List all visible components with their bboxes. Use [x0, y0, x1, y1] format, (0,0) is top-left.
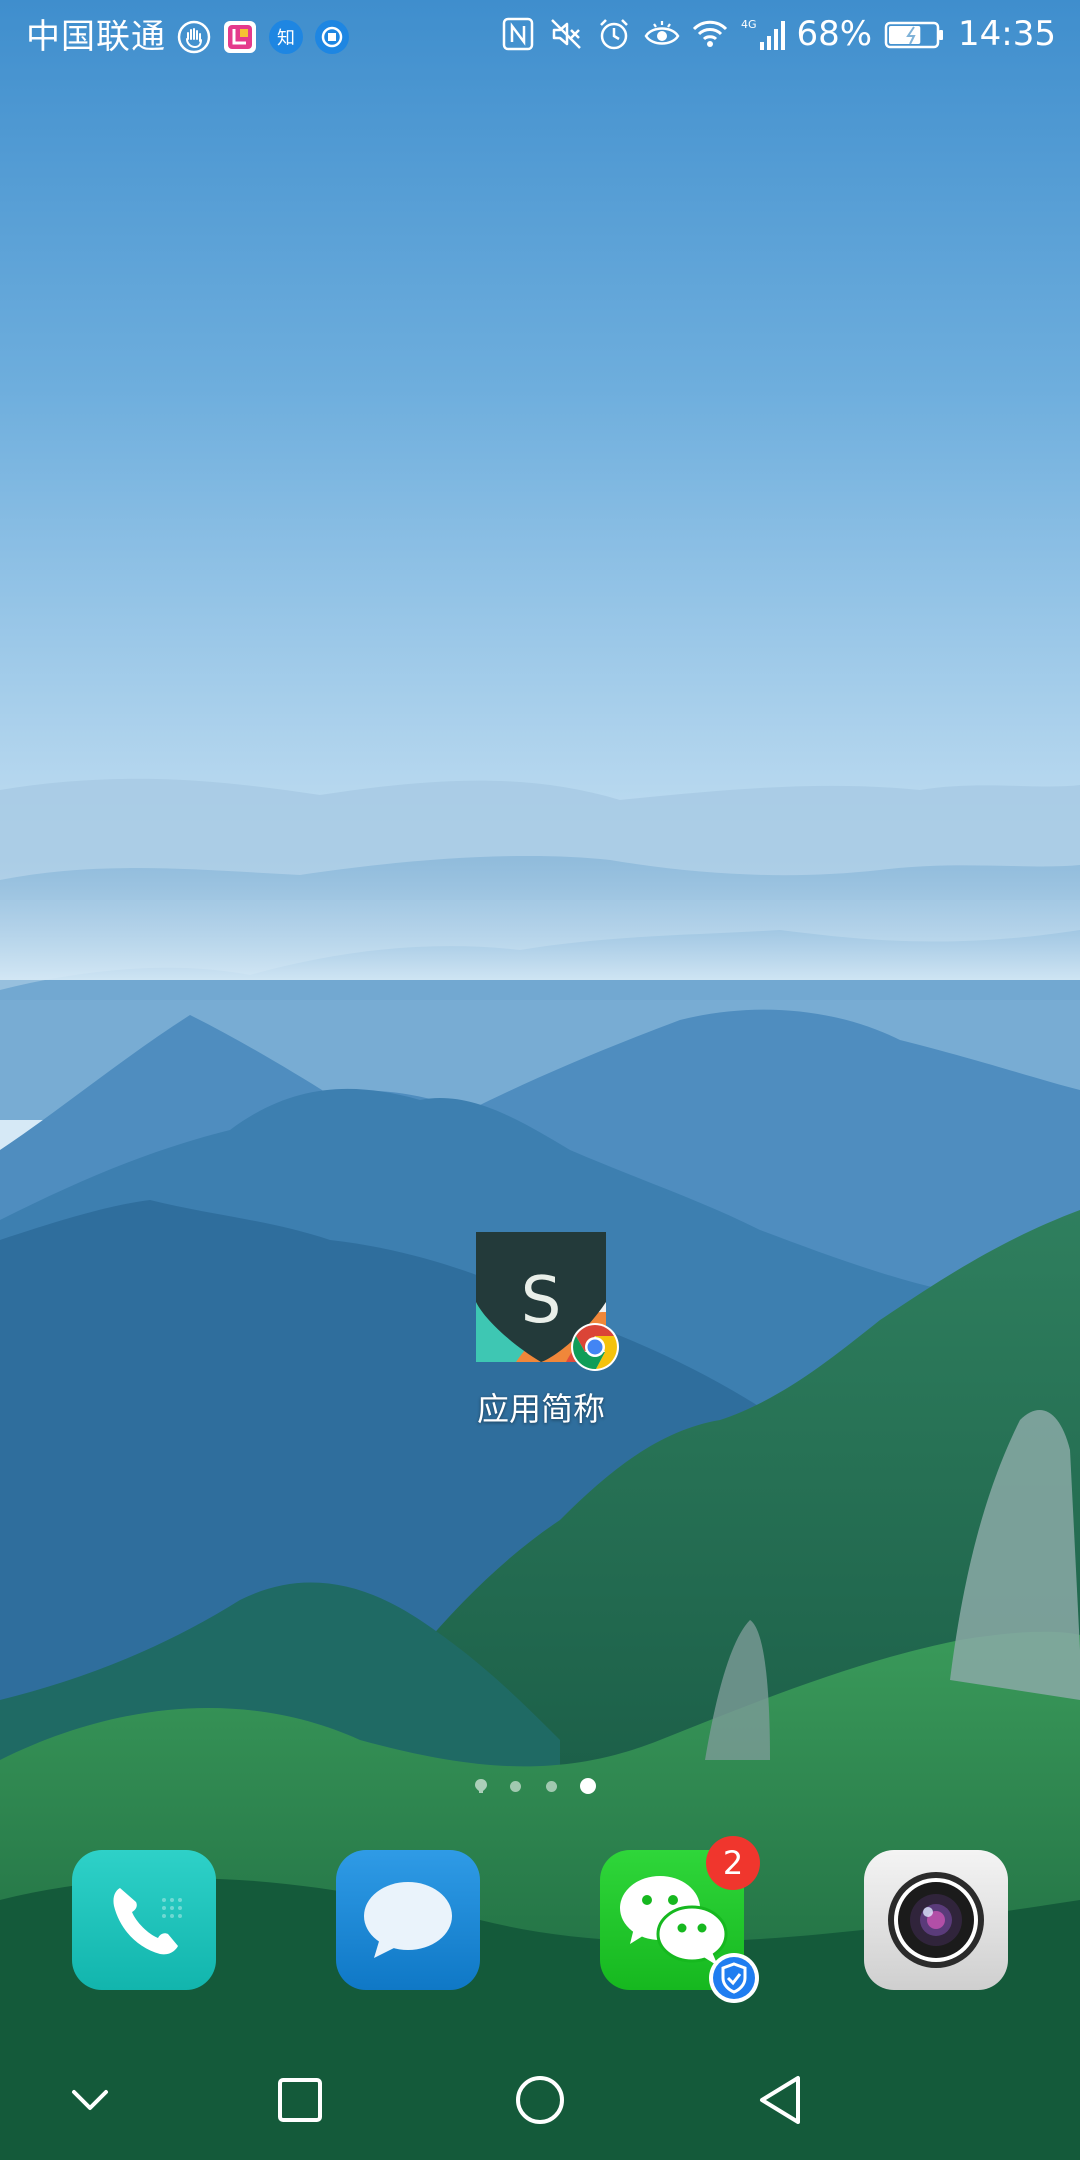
page-dot[interactable] [510, 1781, 521, 1792]
recents-icon[interactable] [264, 2064, 336, 2136]
carrier-name: 中国联通 [26, 17, 166, 57]
eye-comfort-icon [644, 21, 680, 45]
app-notification-icon [224, 21, 256, 53]
page-dot[interactable] [546, 1781, 557, 1792]
shield-check-icon [709, 1953, 759, 2003]
app-shortcut[interactable]: S 应用简称 [466, 1232, 619, 1430]
messages-app[interactable] [336, 1850, 480, 1990]
home-page-dot-icon[interactable] [474, 1778, 488, 1794]
nfc-icon [503, 17, 534, 51]
phone-icon [113, 1888, 182, 1955]
status-bar: 中国联通 知 4G 68% 14:35 [0, 0, 1080, 74]
alarm-icon [600, 19, 629, 50]
battery-percentage: 68% [796, 14, 873, 54]
svg-text:4G: 4G [741, 18, 757, 31]
chrome-icon [571, 1323, 619, 1371]
app-icon[interactable]: S [476, 1232, 619, 1371]
phone-app[interactable] [72, 1850, 216, 1990]
page-indicator [474, 1775, 614, 1799]
home-screen: 中国联通 知 4G 68% 14:35 S 应用简称 2 [0, 0, 1080, 2160]
signal-4g-icon: 4G [741, 18, 786, 50]
home-icon[interactable] [504, 2064, 576, 2136]
svg-text:知: 知 [277, 28, 295, 49]
notification-badge: 2 [706, 1836, 760, 1890]
clock: 14:35 [958, 14, 1056, 54]
svg-text:S: S [521, 1264, 562, 1338]
wifi-icon [693, 20, 728, 47]
battery-icon [884, 21, 944, 49]
sync-icon [315, 20, 349, 54]
hide-nav-icon[interactable] [54, 2064, 126, 2136]
navigation-bar [0, 2040, 1080, 2160]
camera-app[interactable] [864, 1850, 1008, 1990]
wallpaper [0, 0, 1080, 2160]
app-label: 应用简称 [476, 1390, 605, 1428]
wechat-app[interactable]: 2 [600, 1836, 760, 2003]
page-dot-active[interactable] [580, 1778, 596, 1794]
back-icon[interactable] [744, 2064, 816, 2136]
zhihu-icon: 知 [269, 20, 303, 54]
camera-icon [888, 1872, 984, 1968]
message-bubble-icon [364, 1882, 452, 1958]
hand-stop-icon [177, 20, 211, 54]
mute-icon [551, 19, 582, 49]
